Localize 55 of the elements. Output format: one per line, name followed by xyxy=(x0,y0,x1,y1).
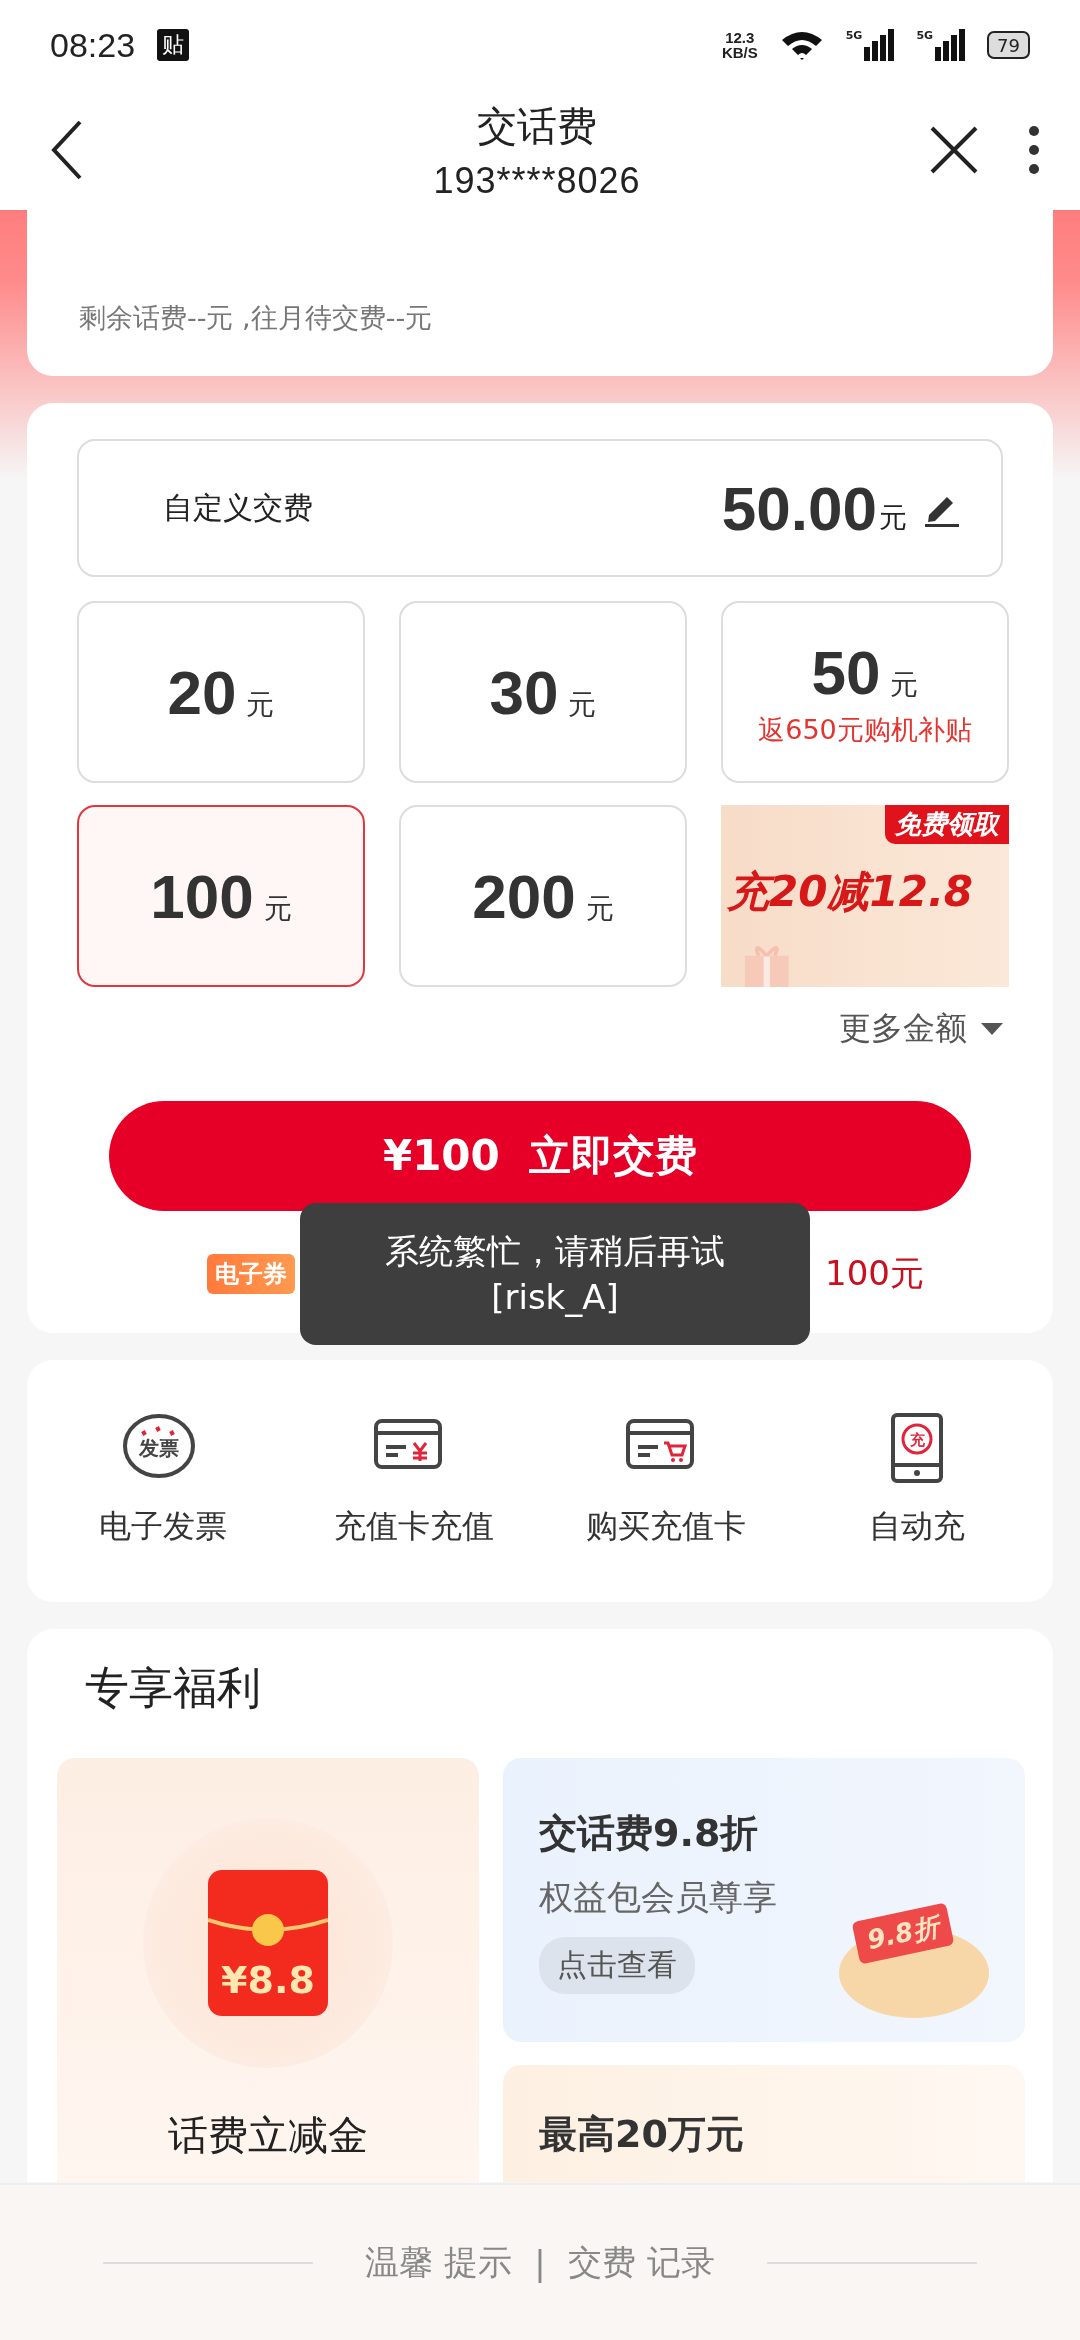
pay-button[interactable]: ¥100 立即交费 xyxy=(109,1101,971,1211)
section-title: 专享福利 xyxy=(85,1661,262,1715)
envelope-drawing: ¥8.8 xyxy=(208,1870,328,2016)
balance-text: 剩余话费--元 ,往月待交费--元 xyxy=(79,301,434,335)
amount-value: 50 xyxy=(811,636,881,708)
phone-number: 193****8026 xyxy=(433,159,641,202)
more-amounts-text: 更多金额 xyxy=(839,1009,967,1048)
amount-value: 200 xyxy=(472,860,576,932)
unit-text: 元 xyxy=(246,686,275,723)
unit-text: 元 xyxy=(585,890,614,927)
benefit-tile[interactable]: 最高20万元 xyxy=(503,2065,1025,2182)
unit-text: 元 xyxy=(568,686,597,723)
amount-option[interactable]: 100 元 xyxy=(77,805,365,987)
page-title: 交话费 xyxy=(477,101,597,151)
benefit-title: 交话费9.8折 xyxy=(539,1810,760,1857)
benefit-subtitle: 权益包会员尊享 xyxy=(539,1876,778,1919)
promo-banner[interactable]: 免费领取 充20减12.8 xyxy=(721,805,1009,987)
notification-icon: 贴 xyxy=(157,29,190,61)
promo-text: 充20减12.8 xyxy=(727,867,974,917)
service-item[interactable]: 充 自动充 xyxy=(791,1413,1043,1549)
amount-value: 30 xyxy=(489,656,559,728)
subsidy-note: 返650元购机补贴 xyxy=(758,712,972,747)
back-icon[interactable] xyxy=(50,120,84,180)
battery-icon: 79 xyxy=(987,31,1030,59)
network-speed: 12.3 KB/S xyxy=(721,30,758,60)
service-item[interactable]: 充值卡充值 xyxy=(288,1413,540,1549)
custom-amount: 50.00 xyxy=(721,472,877,544)
unit-text: 元 xyxy=(263,890,292,927)
savings-amount: 100元 xyxy=(825,1252,924,1295)
unit-text: 元 xyxy=(879,500,907,536)
service-item[interactable]: 购买充值卡 xyxy=(540,1413,792,1549)
more-icon[interactable] xyxy=(1028,125,1040,175)
view-button[interactable]: 点击查看 xyxy=(539,1937,695,1994)
close-icon[interactable] xyxy=(930,126,978,174)
amount-option[interactable]: 200 元 xyxy=(399,805,687,987)
custom-label: 自定义交费 xyxy=(163,488,314,527)
amount-option[interactable]: 50 元 返650元购机补贴 xyxy=(721,601,1009,783)
separator: | xyxy=(534,2242,546,2283)
toast-message: 系统繁忙，请稍后再试 [risk_A] xyxy=(300,1203,810,1345)
unit-text: 元 xyxy=(890,666,919,703)
benefit-tile[interactable]: ¥8.8 话费立减金 xyxy=(57,1758,479,2182)
amount-value: 100 xyxy=(150,860,254,932)
amount-option[interactable]: 20 元 xyxy=(77,601,365,783)
custom-amount-field[interactable]: 自定义交费 50.00元 xyxy=(77,439,1003,577)
amount-option[interactable]: 30 元 xyxy=(399,601,687,783)
benefit-title: 最高20万元 xyxy=(539,2111,745,2158)
amount-value: 20 xyxy=(167,656,237,728)
more-amounts-link[interactable]: 更多金额 xyxy=(839,1007,1003,1051)
promo-tag: 免费领取 xyxy=(885,805,1009,844)
coupon-badge: 电子券 xyxy=(207,1254,295,1294)
status-time: 08:23 xyxy=(50,25,136,65)
caret-icon xyxy=(981,1023,1003,1035)
benefit-tile[interactable]: 交话费9.8折 权益包会员尊享 点击查看 9.8折 xyxy=(503,1758,1025,2042)
benefit-title: 话费立减金 xyxy=(168,2111,368,2160)
service-item[interactable]: 发票 电子发票 xyxy=(37,1413,289,1549)
